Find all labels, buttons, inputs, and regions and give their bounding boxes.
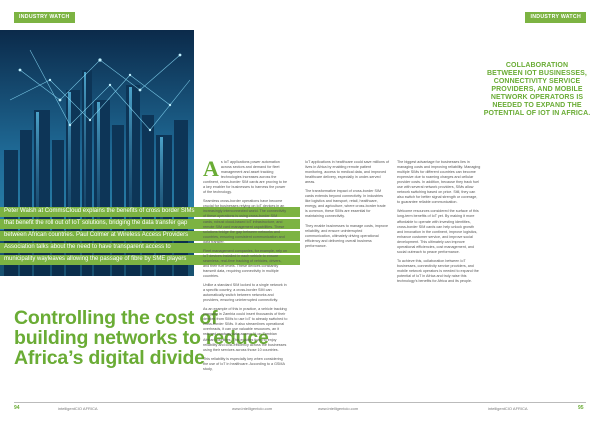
website-link-left[interactable]: www.intelligentcio.com bbox=[232, 406, 272, 412]
body-paragraph: Welcome resources considered the surface… bbox=[397, 209, 479, 254]
body-paragraph: Fleet management companies, for example,… bbox=[203, 248, 288, 278]
body-paragraph: IoT applications in healthcare could sav… bbox=[305, 160, 389, 185]
body-paragraph: To achieve this, collaboration between I… bbox=[397, 258, 479, 284]
page-number-left: 94 bbox=[14, 405, 20, 411]
body-column-3: The biggest advantage for businesses lie… bbox=[397, 160, 481, 288]
pull-quote-line: NEEDED TO EXPAND THE bbox=[492, 102, 582, 109]
magazine-spread: INDUSTRY WATCH Peter Walsh at CommsCloud… bbox=[0, 0, 600, 424]
body-paragraph: The transformative impact of cross-borde… bbox=[305, 189, 386, 219]
pull-quote-line: COLLABORATION bbox=[505, 62, 569, 69]
pull-quote: COLLABORATION BETWEEN IOT BUSINESSES, CO… bbox=[482, 62, 592, 118]
body-column-2: IoT applications in healthcare could sav… bbox=[305, 160, 389, 253]
body-column-1: As IoT applications power automation acr… bbox=[203, 156, 288, 376]
body-paragraph: This reliability is especially key when … bbox=[203, 356, 285, 371]
body-paragraph: They enable businesses to manage costs, … bbox=[305, 223, 389, 248]
pull-quote-line: CONNECTIVITY SERVICE bbox=[493, 78, 581, 85]
body-paragraph: As IoT applications power automation acr… bbox=[203, 156, 288, 195]
pull-quote-line: PROVIDERS, AND MOBILE bbox=[491, 86, 583, 93]
page-number-right: 95 bbox=[578, 405, 584, 411]
pull-quote-line: NETWORK OPERATORS IS bbox=[490, 94, 584, 101]
body-paragraph: Seamless cross-border operations have be… bbox=[203, 199, 287, 244]
body-paragraph: Unlike a standard SIM locked to a single… bbox=[203, 283, 287, 303]
page-footer: 94 intelligentCIO AFRICA www.intelligent… bbox=[0, 402, 600, 416]
section-tag-left: INDUSTRY WATCH bbox=[14, 12, 75, 23]
body-paragraph: As an example of this in practice, a veh… bbox=[203, 307, 288, 352]
pull-quote-line: POTENTIAL OF IOT IN AFRICA. bbox=[483, 110, 591, 117]
footer-divider bbox=[14, 402, 586, 403]
left-page: INDUSTRY WATCH Peter Walsh at CommsCloud… bbox=[0, 0, 300, 424]
body-paragraph: The biggest advantage for businesses lie… bbox=[397, 160, 481, 205]
website-link-right[interactable]: www.intelligentcio.com bbox=[318, 406, 358, 412]
publication-name-right: intelligentCIO AFRICA bbox=[488, 406, 528, 411]
publication-name-left: intelligentCIO AFRICA bbox=[58, 406, 98, 411]
pull-quote-line: BETWEEN IOT BUSINESSES, bbox=[487, 70, 587, 77]
drop-cap: A bbox=[203, 156, 219, 181]
section-tag-right: INDUSTRY WATCH bbox=[525, 12, 586, 23]
